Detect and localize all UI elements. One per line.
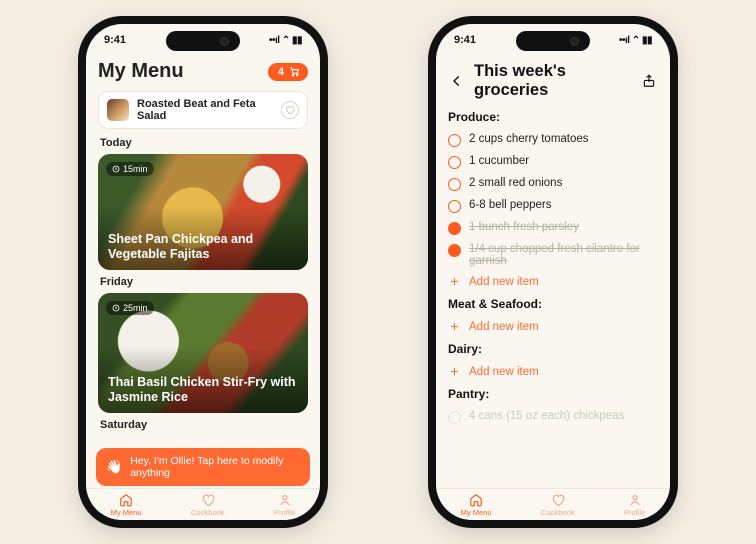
assistant-prompt-text: Hey, I'm Ollie! Tap here to modify anyth…	[130, 455, 300, 479]
phone-frame-right: 9:41 ••ıl ⌃ ▮▮ This week's groceries Pro…	[428, 16, 678, 528]
wave-icon: 👋	[106, 459, 122, 475]
tab-profile[interactable]: Profile	[624, 493, 645, 517]
page-title: My Menu	[98, 60, 184, 83]
grocery-item-text: 1 bunch fresh parsley	[469, 221, 579, 233]
section-head: Dairy:	[448, 342, 658, 356]
add-item-button[interactable]: + Add new item	[448, 271, 658, 294]
tab-bar: My Menu Cookbook Profile	[436, 488, 670, 520]
heart-icon	[551, 493, 565, 507]
check-circle-icon[interactable]	[448, 178, 461, 191]
check-circle-icon[interactable]	[448, 200, 461, 213]
grocery-item[interactable]: 1/4 cup chopped fresh cilantro for garni…	[448, 239, 658, 271]
left-content: My Menu 4 Roasted Beat and Feta Salad To…	[86, 56, 320, 488]
day-label-saturday: Saturday	[100, 419, 306, 431]
clock-icon	[112, 304, 120, 312]
plus-icon: +	[448, 365, 461, 378]
user-icon	[278, 493, 292, 507]
tab-my-menu[interactable]: My Menu	[111, 493, 142, 517]
chevron-left-icon	[450, 74, 464, 88]
back-button[interactable]	[448, 74, 466, 88]
plus-icon: +	[448, 275, 461, 288]
time-pill: 15min	[106, 162, 154, 176]
cart-icon	[289, 66, 300, 77]
grocery-item-text: 4 cans (15 oz each) chickpeas	[469, 410, 624, 422]
status-icons: ••ıl ⌃ ▮▮	[269, 35, 302, 46]
grocery-item[interactable]: 1 cucumber	[448, 151, 658, 173]
tab-label: My Menu	[111, 508, 142, 517]
plus-icon: +	[448, 320, 461, 333]
time-pill: 25min	[106, 301, 154, 315]
recipe-title: Sheet Pan Chickpea and Vegetable Fajitas	[108, 232, 298, 263]
status-time: 9:41	[104, 34, 126, 46]
recipe-card[interactable]: 15min Sheet Pan Chickpea and Vegetable F…	[98, 154, 308, 270]
section-head: Pantry:	[448, 387, 658, 401]
recipe-title: Thai Basil Chicken Stir-Fry with Jasmine…	[108, 375, 298, 406]
add-item-button[interactable]: + Add new item	[448, 361, 658, 384]
check-circle-icon[interactable]	[448, 156, 461, 169]
tab-label: Profile	[624, 508, 645, 517]
tab-cookbook[interactable]: Cookbook	[541, 493, 575, 517]
home-icon	[119, 493, 133, 507]
day-label-today: Today	[100, 137, 306, 149]
grocery-item-text: 2 small red onions	[469, 177, 562, 189]
time-label: 25min	[123, 303, 148, 313]
section-head: Meat & Seafood:	[448, 297, 658, 311]
grocery-item[interactable]: 2 cups cherry tomatoes	[448, 129, 658, 151]
status-time: 9:41	[454, 34, 476, 46]
grocery-item-text: 2 cups cherry tomatoes	[469, 133, 589, 145]
status-icons: ••ıl ⌃ ▮▮	[619, 35, 652, 46]
featured-banner[interactable]: Roasted Beat and Feta Salad	[98, 91, 308, 129]
grocery-item[interactable]: 6-8 bell peppers	[448, 195, 658, 217]
tab-label: Cookbook	[191, 508, 225, 517]
home-icon	[469, 493, 483, 507]
grocery-item[interactable]: 2 small red onions	[448, 173, 658, 195]
featured-title: Roasted Beat and Feta Salad	[137, 98, 273, 122]
check-circle-icon[interactable]	[448, 411, 461, 424]
cart-count: 4	[278, 66, 284, 78]
grocery-item-text: 1 cucumber	[469, 155, 529, 167]
heart-icon	[201, 493, 215, 507]
featured-thumb	[107, 99, 129, 121]
notch	[166, 31, 240, 51]
clock-icon	[112, 165, 120, 173]
right-content: This week's groceries Produce: 2 cups che…	[436, 56, 670, 488]
recipe-card[interactable]: 25min Thai Basil Chicken Stir-Fry with J…	[98, 293, 308, 413]
grocery-title: This week's groceries	[474, 62, 632, 100]
tab-bar: My Menu Cookbook Profile	[86, 488, 320, 520]
assistant-prompt-bar[interactable]: 👋 Hey, I'm Ollie! Tap here to modify any…	[96, 448, 310, 486]
user-icon	[628, 493, 642, 507]
add-item-label: Add new item	[469, 321, 539, 333]
tab-cookbook[interactable]: Cookbook	[191, 493, 225, 517]
grocery-item-text: 6-8 bell peppers	[469, 199, 551, 211]
phone-frame-left: 9:41 ••ıl ⌃ ▮▮ My Menu 4 Roasted Beat an…	[78, 16, 328, 528]
tab-profile[interactable]: Profile	[274, 493, 295, 517]
header-row: My Menu 4	[98, 60, 308, 83]
section-head: Produce:	[448, 110, 658, 124]
cart-button[interactable]: 4	[268, 63, 308, 81]
tab-label: Cookbook	[541, 508, 575, 517]
grocery-item-text: 1/4 cup chopped fresh cilantro for garni…	[469, 243, 658, 267]
tab-my-menu[interactable]: My Menu	[461, 493, 492, 517]
add-item-button[interactable]: + Add new item	[448, 316, 658, 339]
tab-label: Profile	[274, 508, 295, 517]
screen-left: 9:41 ••ıl ⌃ ▮▮ My Menu 4 Roasted Beat an…	[86, 24, 320, 520]
check-circle-icon[interactable]	[448, 134, 461, 147]
screen-right: 9:41 ••ıl ⌃ ▮▮ This week's groceries Pro…	[436, 24, 670, 520]
tab-label: My Menu	[461, 508, 492, 517]
notch	[516, 31, 590, 51]
share-button[interactable]	[640, 74, 658, 88]
favorite-button[interactable]	[281, 101, 299, 119]
heart-icon	[285, 105, 295, 115]
check-circle-icon[interactable]	[448, 244, 461, 257]
grocery-item[interactable]: 1 bunch fresh parsley	[448, 217, 658, 239]
check-circle-icon[interactable]	[448, 222, 461, 235]
day-label-friday: Friday	[100, 276, 306, 288]
time-label: 15min	[123, 164, 148, 174]
share-icon	[642, 74, 656, 88]
grocery-item[interactable]: 4 cans (15 oz each) chickpeas	[448, 406, 658, 428]
grocery-header: This week's groceries	[448, 62, 658, 100]
add-item-label: Add new item	[469, 366, 539, 378]
add-item-label: Add new item	[469, 276, 539, 288]
